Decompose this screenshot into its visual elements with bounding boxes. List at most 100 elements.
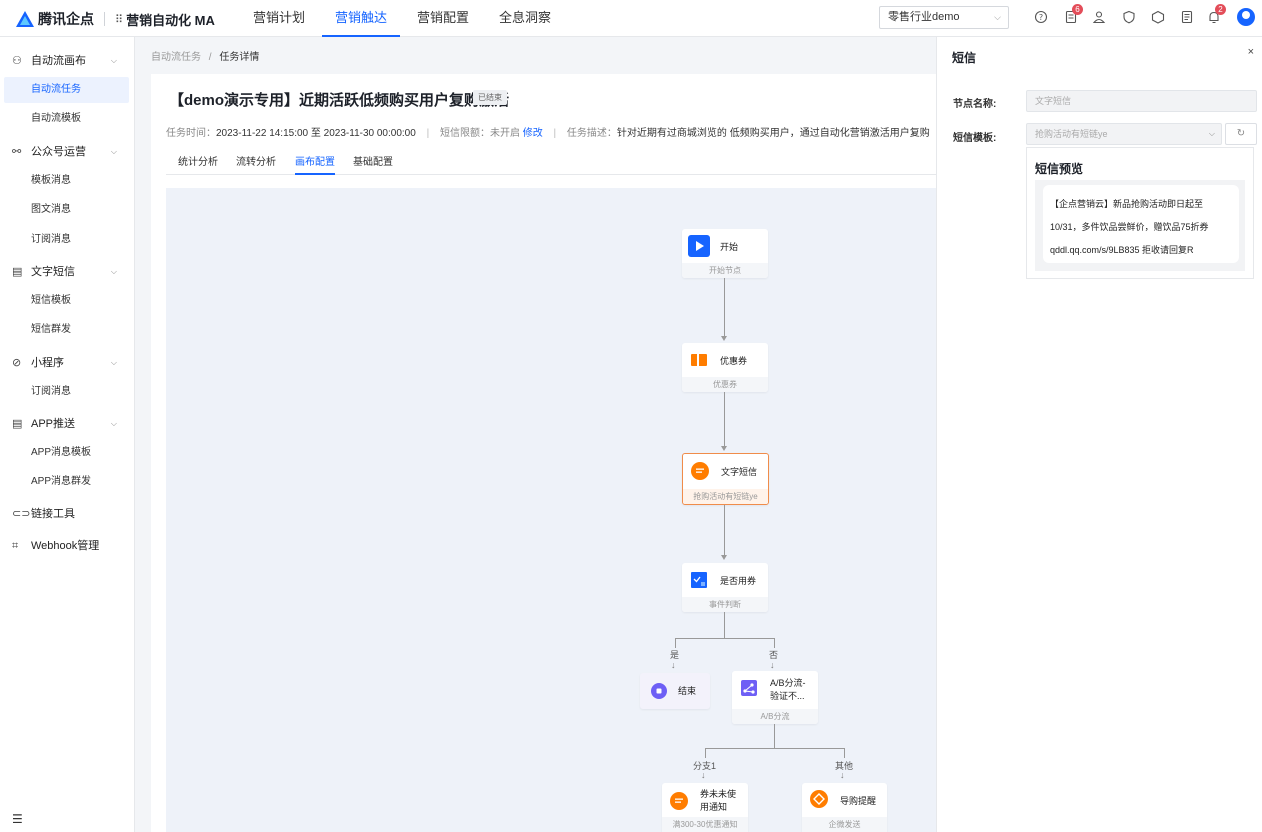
nav-insight[interactable]: 全息洞察 bbox=[486, 0, 564, 37]
chevron-down-icon: ⌵ bbox=[110, 267, 117, 276]
stop-icon bbox=[648, 680, 670, 702]
flow-node-type: 事件判断 bbox=[682, 597, 768, 612]
chevron-down-icon: ⌵ bbox=[110, 147, 117, 156]
top-header: 腾讯企点 ⠿ 营销自动化 MA 营销计划 营销触达 营销配置 全息洞察 零售行业… bbox=[0, 0, 1262, 37]
preview-background: 【企点营销云】新品抢购活动即日起至 10/31，多件饮品尝鲜价，赠饮品75折券 … bbox=[1035, 180, 1245, 271]
svg-text:?: ? bbox=[1039, 13, 1043, 22]
flow-node-sms[interactable]: 文字短信 抢购活动有短链ye bbox=[682, 453, 769, 505]
sidebar-item-template-message[interactable]: 模板消息 bbox=[0, 168, 135, 194]
close-icon[interactable]: × bbox=[1248, 46, 1254, 58]
flow-node-coupon-notice[interactable]: 券未未使 用通知 满300-30优惠通知 bbox=[662, 783, 748, 832]
flow-node-judge[interactable]: 是否用券 事件判断 bbox=[682, 563, 768, 612]
time-label: 任务时间： bbox=[166, 128, 216, 139]
sidebar-group-flow-canvas[interactable]: ⚇ 自动流画布 ⌵ bbox=[0, 46, 135, 76]
sms-template-select[interactable]: 抢购活动有短链ye ⌵ bbox=[1026, 123, 1222, 145]
org-select[interactable]: 零售行业demo ⌵ bbox=[879, 6, 1009, 29]
sidebar-group-miniprogram[interactable]: ⊘ 小程序 ⌵ bbox=[0, 348, 135, 378]
edit-sms-limit-link[interactable]: 修改 bbox=[523, 128, 543, 139]
sidebar-group-app-push[interactable]: ▤ APP推送 ⌵ bbox=[0, 409, 135, 439]
desc-value: 针对近期有过商城浏览的 低频购买用户，通过自动化营销激活用户复购 bbox=[616, 128, 930, 139]
link-icon: ⊂⊃ bbox=[12, 508, 31, 520]
task-list-icon[interactable]: 6 bbox=[1064, 4, 1083, 24]
arrow-down-icon bbox=[721, 555, 727, 560]
sms-preview-bubble: 【企点营销云】新品抢购活动即日起至 10/31，多件饮品尝鲜价，赠饮品75折券 … bbox=[1043, 185, 1239, 263]
flow-node-start[interactable]: 开始 开始节点 bbox=[682, 229, 768, 278]
shield-icon[interactable] bbox=[1122, 10, 1136, 24]
sms-template-value: 抢购活动有短链ye bbox=[1035, 129, 1108, 139]
chevron-down-icon: ⌵ bbox=[994, 12, 1001, 22]
reminder-icon bbox=[808, 788, 830, 810]
flow-node-label: 是否用券 bbox=[720, 576, 757, 586]
sidebar-item-mp-subscribe[interactable]: 订阅消息 bbox=[0, 379, 135, 405]
collapse-sidebar-icon[interactable]: ☰ bbox=[12, 812, 23, 826]
sidebar-item-sms-broadcast[interactable]: 短信群发 bbox=[0, 317, 135, 343]
tab-flow-analysis[interactable]: 流转分析 bbox=[236, 153, 276, 175]
document-icon[interactable] bbox=[1180, 10, 1194, 24]
sms-bubble-icon bbox=[668, 790, 690, 812]
flow-node-label: 优惠券 bbox=[720, 356, 748, 366]
sidebar-item-app-broadcast[interactable]: APP消息群发 bbox=[0, 469, 135, 495]
flow-node-type: 开始节点 bbox=[682, 263, 768, 278]
top-nav: 营销计划 营销触达 营销配置 全息洞察 bbox=[240, 0, 568, 37]
arrow-down-icon: ↓ bbox=[840, 770, 845, 780]
sidebar-item-app-template[interactable]: APP消息模板 bbox=[0, 440, 135, 466]
node-name-input[interactable]: 文字短信 bbox=[1026, 90, 1257, 112]
breadcrumb-current: 任务详情 bbox=[219, 52, 260, 63]
user-manage-icon[interactable] bbox=[1092, 10, 1106, 24]
flow-node-guide-reminder[interactable]: 导购提醒 企微发送 bbox=[802, 783, 887, 832]
help-icon[interactable]: ? bbox=[1034, 10, 1048, 24]
flow-node-label: 结束 bbox=[678, 686, 697, 696]
app-grid-icon[interactable]: ⠿ bbox=[115, 13, 123, 26]
chevron-down-icon: ⌵ bbox=[1208, 129, 1215, 138]
nav-marketing-config[interactable]: 营销配置 bbox=[404, 0, 482, 37]
tab-basic-config[interactable]: 基础配置 bbox=[353, 153, 393, 175]
sidebar-group-label: 公众号运营 bbox=[31, 146, 86, 158]
logo[interactable]: 腾讯企点 ⠿ 营销自动化 MA bbox=[16, 9, 215, 29]
refresh-button[interactable]: ↻ bbox=[1225, 123, 1257, 145]
breadcrumb-separator: / bbox=[208, 52, 212, 63]
preview-line: 【企点营销云】新品抢购活动即日起至 bbox=[1050, 199, 1204, 209]
task-meta: 任务时间：2023-11-22 14:15:00 至 2023-11-30 00… bbox=[166, 128, 930, 139]
package-icon[interactable] bbox=[1151, 10, 1165, 24]
tab-stats[interactable]: 统计分析 bbox=[178, 153, 218, 175]
flow-canvas[interactable] bbox=[166, 188, 936, 832]
sidebar-item-subscribe-message[interactable]: 订阅消息 bbox=[0, 227, 135, 253]
sms-bubble-icon bbox=[689, 460, 711, 482]
sms-icon: ▤ bbox=[12, 266, 23, 278]
node-config-drawer: 短信 × 节点名称: 文字短信 短信模板: 抢购活动有短链ye ⌵ ↻ 短信预览… bbox=[936, 37, 1262, 832]
sms-limit-value: 未开启 bbox=[489, 128, 520, 139]
play-icon bbox=[688, 235, 710, 257]
sidebar-group-webhook[interactable]: ⌗ Webhook管理 bbox=[0, 531, 135, 561]
app-push-icon: ▤ bbox=[12, 418, 23, 430]
flow-node-ab-split[interactable]: A/B分流- 验证不... A/B分流 bbox=[732, 671, 818, 724]
breadcrumb-parent[interactable]: 自动流任务 bbox=[151, 52, 201, 63]
arrow-down-icon bbox=[721, 446, 727, 451]
arrow-down-icon: ↓ bbox=[770, 660, 775, 670]
sidebar-item-sms-template[interactable]: 短信模板 bbox=[0, 288, 135, 314]
sms-template-label: 短信模板: bbox=[953, 133, 997, 144]
sidebar-item-flow-template[interactable]: 自动流模板 bbox=[0, 106, 135, 132]
node-name-label: 节点名称: bbox=[953, 99, 997, 110]
miniprogram-icon: ⊘ bbox=[12, 357, 22, 369]
arrow-down-icon bbox=[721, 336, 727, 341]
arrow-down-icon: ↓ bbox=[701, 770, 706, 780]
tab-canvas-config[interactable]: 画布配置 bbox=[295, 153, 335, 175]
flow-icon: ⚇ bbox=[12, 55, 22, 67]
flow-node-coupon[interactable]: 优惠券 优惠券 bbox=[682, 343, 768, 392]
flow-node-end[interactable]: 结束 bbox=[640, 673, 710, 709]
chevron-down-icon: ⌵ bbox=[110, 419, 117, 428]
sidebar-group-label: 链接工具 bbox=[31, 508, 75, 520]
nav-marketing-plan[interactable]: 营销计划 bbox=[240, 0, 318, 37]
breadcrumb: 自动流任务 / 任务详情 bbox=[151, 48, 259, 63]
sidebar-item-article-message[interactable]: 图文消息 bbox=[0, 197, 135, 223]
logo-text: 腾讯企点 bbox=[38, 11, 94, 27]
sidebar-group-wechat[interactable]: ⚯ 公众号运营 ⌵ bbox=[0, 137, 135, 167]
event-judge-icon bbox=[688, 569, 710, 591]
sidebar-group-link-tool[interactable]: ⊂⊃ 链接工具 bbox=[0, 499, 135, 529]
sidebar-item-flow-task[interactable]: 自动流任务 bbox=[4, 77, 129, 103]
bell-icon[interactable]: 2 bbox=[1207, 4, 1226, 24]
nav-marketing-reach[interactable]: 营销触达 bbox=[322, 0, 401, 37]
task-detail-card: 【demo演示专用】近期活跃低频购买用户复购激活 已结束 任务时间：2023-1… bbox=[151, 74, 936, 832]
sidebar-group-sms[interactable]: ▤ 文字短信 ⌵ bbox=[0, 257, 135, 287]
user-avatar[interactable] bbox=[1237, 8, 1255, 26]
